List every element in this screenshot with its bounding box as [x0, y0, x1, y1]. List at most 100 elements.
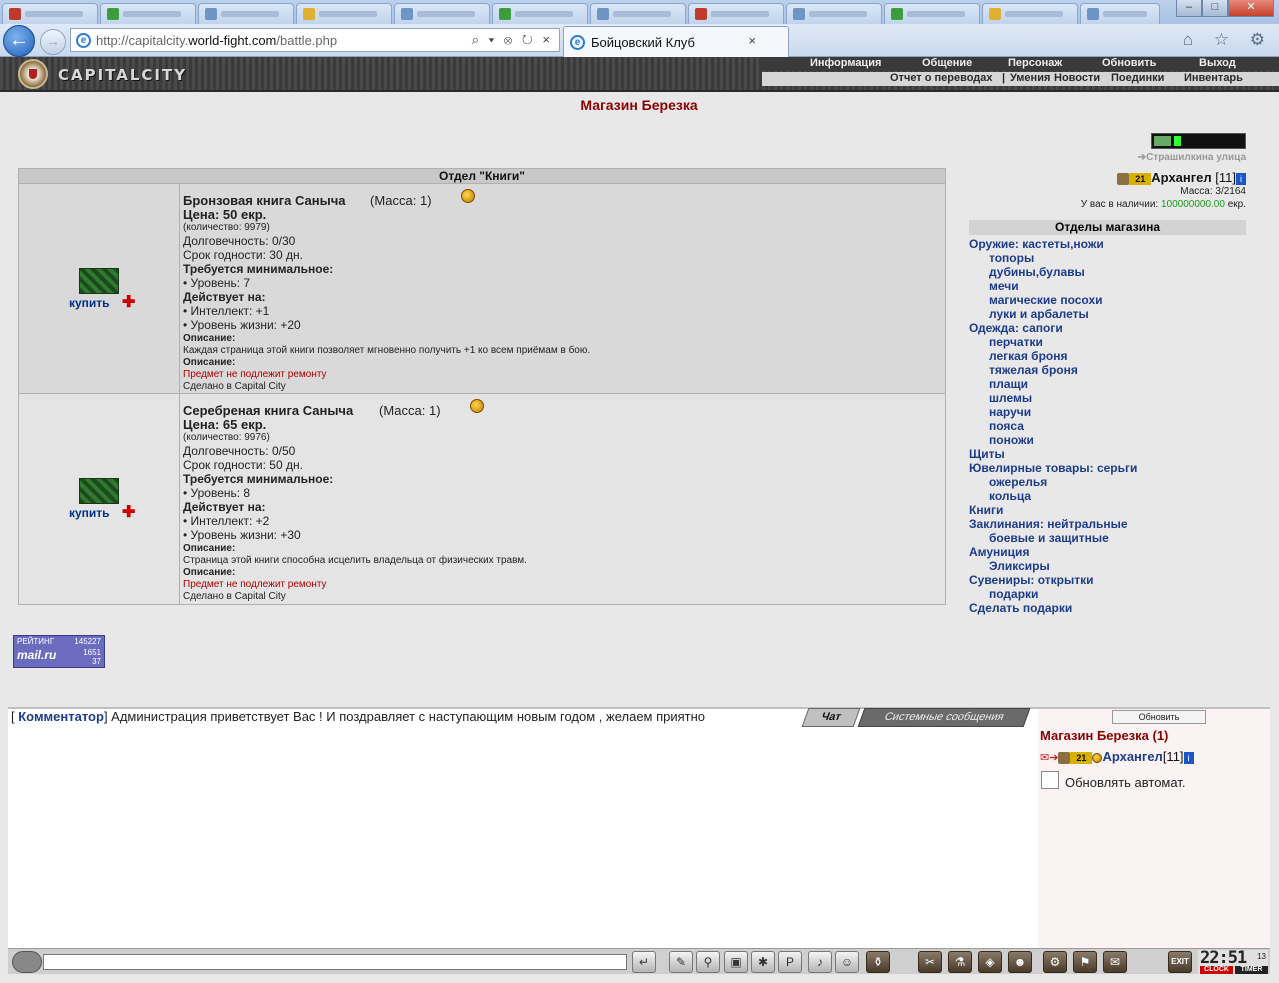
save-icon[interactable]: ▣ [724, 951, 748, 973]
menu-info[interactable]: Информация [810, 57, 881, 69]
department-link[interactable]: пояса [989, 419, 1024, 433]
background-tab[interactable] [492, 3, 588, 24]
department-link[interactable]: Одежда: сапоги [969, 321, 1063, 335]
background-tab[interactable] [688, 3, 784, 24]
mail-icon[interactable]: ✉ [1103, 951, 1127, 973]
bag-icon[interactable]: ⚱ [866, 951, 890, 973]
smile-walk-icon[interactable]: ✱ [751, 951, 775, 973]
menu-exit[interactable]: Выход [1199, 57, 1236, 69]
maximize-button[interactable]: □ [1202, 0, 1228, 17]
private-icon[interactable]: ✉➔ [1040, 752, 1058, 764]
flag-icon[interactable]: ⚑ [1073, 951, 1097, 973]
submenu-abilities[interactable]: Умения [1010, 72, 1050, 84]
player-name[interactable]: 21 Архангел [11] i [1117, 170, 1246, 185]
background-tab[interactable] [100, 3, 196, 24]
online-user-name[interactable]: Архангел [1102, 749, 1162, 764]
submenu-news[interactable]: Новости [1054, 72, 1100, 84]
department-link[interactable]: кольца [989, 489, 1031, 503]
sound-icon[interactable]: ♪ [808, 951, 832, 973]
department-link[interactable]: Ювелирные товары: серьги [969, 461, 1137, 475]
submenu-transfers[interactable]: Отчет о переводах [890, 72, 993, 84]
background-tab[interactable] [198, 3, 294, 24]
info-icon[interactable]: i [1183, 751, 1194, 764]
background-tab[interactable] [884, 3, 980, 24]
background-tab[interactable] [786, 3, 882, 24]
item-name[interactable]: Серебреная книга Саныча [183, 403, 353, 418]
chat-input[interactable] [43, 954, 627, 970]
back-button[interactable]: ← [3, 25, 35, 57]
description-head: Описание: [183, 543, 236, 554]
background-tab[interactable] [394, 3, 490, 24]
department-link[interactable]: топоры [989, 251, 1034, 265]
scissors-icon[interactable]: ✂ [918, 951, 942, 973]
chat-author[interactable]: Комментатор [18, 709, 104, 724]
settings-icon[interactable]: ⚙ [1043, 951, 1067, 973]
department-link[interactable]: Эликсиры [989, 559, 1050, 573]
address-bar[interactable]: e http://capitalcity.world-fight.com/bat… [70, 28, 560, 52]
department-link[interactable]: наручи [989, 405, 1031, 419]
potion-icon[interactable]: ⚗ [948, 951, 972, 973]
home-favorites-settings-icon[interactable]: ⌂ ☆ ⚙ [1183, 30, 1273, 50]
department-link[interactable]: Заклинания: нейтральные [969, 517, 1128, 531]
department-link[interactable]: Щиты [969, 447, 1005, 461]
background-tab[interactable] [2, 3, 98, 24]
auto-refresh-checkbox[interactable] [1041, 771, 1059, 789]
background-tab[interactable] [1080, 3, 1160, 24]
send-icon[interactable]: ↵ [632, 951, 656, 973]
tab-system-messages[interactable]: Системные сообщения [857, 708, 1031, 727]
department-link[interactable]: ожерелья [989, 475, 1047, 489]
table-row: купить ✚ Серебреная книга Саныча (Масса:… [19, 394, 945, 604]
player-nick[interactable]: Архангел [1151, 170, 1211, 185]
department-link[interactable]: магические посохи [989, 293, 1103, 307]
clear-icon[interactable]: ✎ [669, 951, 693, 973]
face-icon[interactable]: ☻ [1008, 951, 1032, 973]
menu-social[interactable]: Общение [922, 57, 972, 69]
submenu-inventory[interactable]: Инвентарь [1184, 72, 1243, 84]
department-link[interactable]: Сувениры: открытки [969, 573, 1094, 587]
department-link[interactable]: тяжелая броня [989, 363, 1078, 377]
address-controls-icon[interactable]: ⌕ ▾ ⊗ ↻ × [472, 32, 553, 48]
department-link[interactable]: шлемы [989, 391, 1032, 405]
department-link[interactable]: подарки [989, 587, 1038, 601]
info-icon[interactable]: i [1236, 172, 1246, 185]
submenu-fights[interactable]: Поединки [1111, 72, 1164, 84]
online-user[interactable]: ✉➔ 21 Архангел[11] i [1040, 749, 1194, 764]
buy-link[interactable]: купить [69, 506, 110, 520]
department-link[interactable]: мечи [989, 279, 1019, 293]
department-link[interactable]: дубины,булавы [989, 265, 1085, 279]
tab-chat[interactable]: Чат [801, 708, 861, 727]
exit-icon[interactable]: EXIT [1168, 951, 1192, 973]
department-link[interactable]: Оружие: кастеты,ножи [969, 237, 1104, 251]
minimize-button[interactable]: – [1176, 0, 1202, 17]
department-link[interactable]: Книги [969, 503, 1003, 517]
private-icon[interactable]: P [778, 951, 802, 973]
department-link[interactable]: перчатки [989, 335, 1043, 349]
guild-icon[interactable]: ◈ [978, 951, 1002, 973]
department-link[interactable]: поножи [989, 433, 1034, 447]
background-tab[interactable] [982, 3, 1078, 24]
close-tab-icon[interactable]: × [748, 33, 756, 48]
department-link[interactable]: Сделать подарки [969, 601, 1072, 615]
department-link[interactable]: луки и арбалеты [989, 307, 1089, 321]
globe-icon[interactable] [12, 951, 42, 973]
department-link[interactable]: плащи [989, 377, 1028, 391]
item-name[interactable]: Бронзовая книга Саныча [183, 193, 346, 208]
department-link[interactable]: легкая броня [989, 349, 1067, 363]
filter-icon[interactable]: ⚲ [696, 951, 720, 973]
menu-character[interactable]: Персонаж [1008, 57, 1062, 69]
department-link[interactable]: боевые и защитные [989, 531, 1109, 545]
background-tab[interactable] [296, 3, 392, 24]
refresh-button[interactable]: Обновить [1112, 710, 1206, 724]
buy-link[interactable]: купить [69, 296, 110, 310]
street-link[interactable]: ➔Страшилкина улица [1138, 152, 1246, 163]
department-link[interactable]: Амуниция [969, 545, 1029, 559]
background-tab[interactable] [590, 3, 686, 24]
smiley-icon[interactable]: ☺ [835, 951, 859, 973]
close-window-button[interactable]: ✕ [1228, 0, 1274, 17]
forward-button[interactable]: → [40, 29, 66, 55]
menu-refresh[interactable]: Обновить [1102, 57, 1156, 69]
plus-icon[interactable]: ✚ [122, 295, 135, 311]
mailru-rating-counter[interactable]: РЕЙТИНГ 145227 mail.ru 1651 37 [13, 635, 105, 668]
plus-icon[interactable]: ✚ [122, 505, 135, 521]
active-tab[interactable]: e Бойцовский Клуб × [563, 26, 789, 57]
